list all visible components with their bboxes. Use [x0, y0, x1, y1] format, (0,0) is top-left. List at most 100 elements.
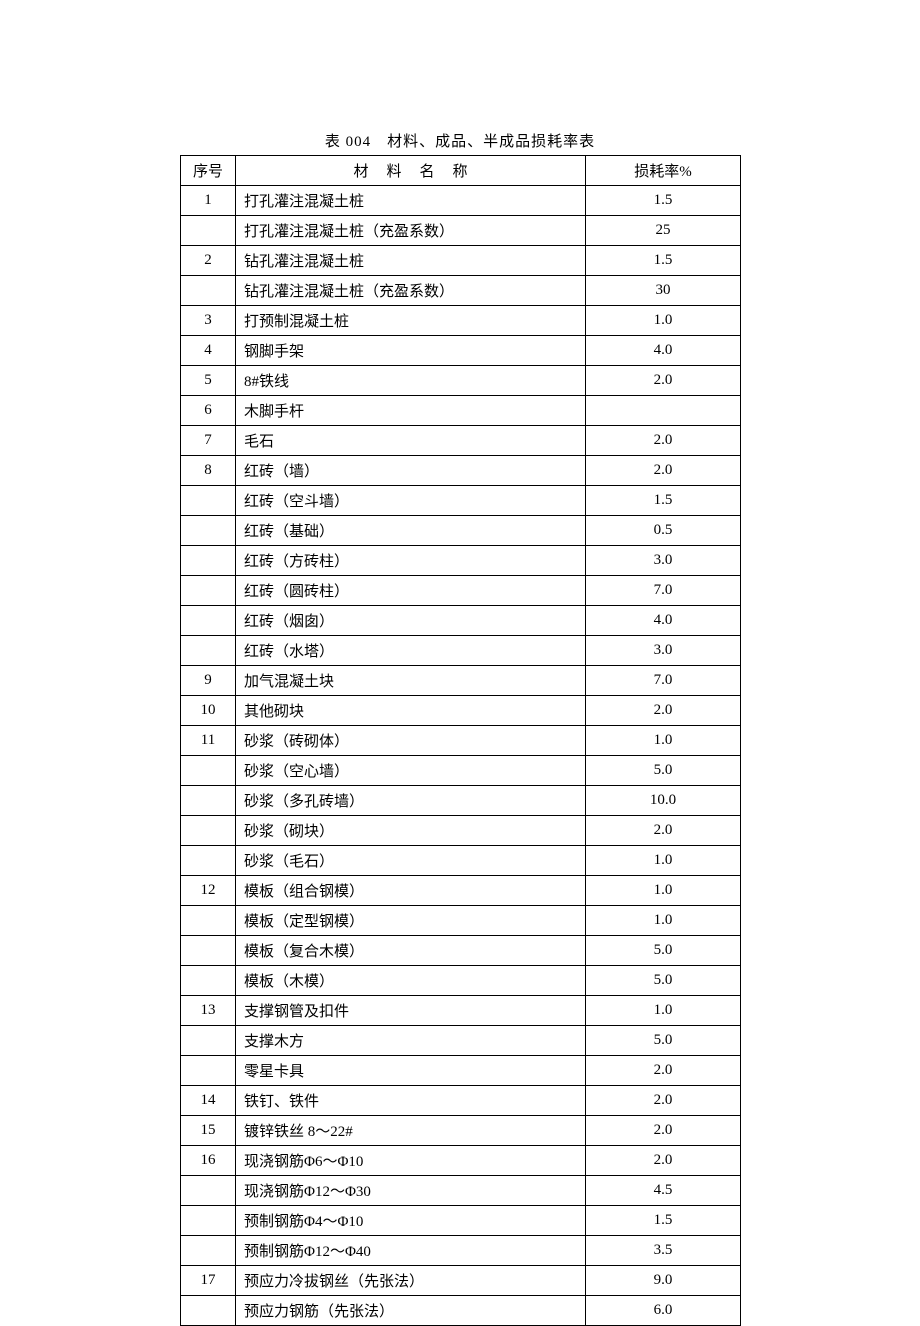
cell-seq: 15: [181, 1116, 236, 1146]
cell-name: 红砖（方砖柱）: [236, 546, 586, 576]
cell-name: 红砖（空斗墙）: [236, 486, 586, 516]
cell-rate: 2.0: [586, 366, 741, 396]
cell-seq: [181, 786, 236, 816]
cell-name: 红砖（圆砖柱）: [236, 576, 586, 606]
cell-rate: 7.0: [586, 576, 741, 606]
cell-rate: 30: [586, 276, 741, 306]
cell-seq: [181, 966, 236, 996]
table-row: 11砂浆（砖砌体）1.0: [181, 726, 741, 756]
cell-seq: [181, 1236, 236, 1266]
table-header-row: 序号 材料名称 损耗率%: [181, 156, 741, 186]
table-row: 模板（复合木模）5.0: [181, 936, 741, 966]
cell-name: 红砖（墙）: [236, 456, 586, 486]
cell-rate: 5.0: [586, 966, 741, 996]
cell-rate: 1.5: [586, 1206, 741, 1236]
cell-name: 模板（定型钢模）: [236, 906, 586, 936]
cell-rate: 2.0: [586, 1116, 741, 1146]
cell-rate: 25: [586, 216, 741, 246]
table-row: 9加气混凝土块7.0: [181, 666, 741, 696]
cell-rate: 2.0: [586, 1146, 741, 1176]
cell-name: 加气混凝土块: [236, 666, 586, 696]
table-row: 预制钢筋Φ12～Φ403.5: [181, 1236, 741, 1266]
cell-seq: [181, 636, 236, 666]
cell-name: 现浇钢筋Φ12～Φ30: [236, 1176, 586, 1206]
cell-seq: 7: [181, 426, 236, 456]
cell-seq: 16: [181, 1146, 236, 1176]
cell-seq: [181, 816, 236, 846]
cell-seq: 8: [181, 456, 236, 486]
table-row: 红砖（空斗墙）1.5: [181, 486, 741, 516]
table-row: 8红砖（墙）2.0: [181, 456, 741, 486]
table-row: 2钻孔灌注混凝土桩1.5: [181, 246, 741, 276]
cell-seq: [181, 606, 236, 636]
cell-rate: 4.0: [586, 606, 741, 636]
cell-name: 模板（木模）: [236, 966, 586, 996]
cell-seq: [181, 576, 236, 606]
cell-name: 砂浆（毛石）: [236, 846, 586, 876]
cell-name: 红砖（烟囱）: [236, 606, 586, 636]
cell-seq: 4: [181, 336, 236, 366]
cell-rate: 1.0: [586, 876, 741, 906]
cell-seq: 12: [181, 876, 236, 906]
cell-name: 预制钢筋Φ12～Φ40: [236, 1236, 586, 1266]
cell-rate: 1.5: [586, 186, 741, 216]
table-row: 红砖（方砖柱）3.0: [181, 546, 741, 576]
cell-rate: 4.0: [586, 336, 741, 366]
table-row: 3打预制混凝土桩1.0: [181, 306, 741, 336]
col-header-rate: 损耗率%: [586, 156, 741, 186]
cell-seq: [181, 906, 236, 936]
cell-seq: 6: [181, 396, 236, 426]
cell-seq: 11: [181, 726, 236, 756]
table-row: 零星卡具2.0: [181, 1056, 741, 1086]
table-row: 4钢脚手架4.0: [181, 336, 741, 366]
cell-rate: 2.0: [586, 1086, 741, 1116]
cell-name: 预制钢筋Φ4～Φ10: [236, 1206, 586, 1236]
table-row: 16现浇钢筋Φ6～Φ102.0: [181, 1146, 741, 1176]
table-row: 10其他砌块2.0: [181, 696, 741, 726]
table-row: 钻孔灌注混凝土桩（充盈系数）30: [181, 276, 741, 306]
table-row: 砂浆（毛石）1.0: [181, 846, 741, 876]
cell-rate: 2.0: [586, 816, 741, 846]
cell-seq: 10: [181, 696, 236, 726]
cell-name: 8#铁线: [236, 366, 586, 396]
cell-seq: 17: [181, 1266, 236, 1296]
table-row: 打孔灌注混凝土桩（充盈系数）25: [181, 216, 741, 246]
cell-seq: [181, 1026, 236, 1056]
cell-rate: 2.0: [586, 426, 741, 456]
cell-seq: 1: [181, 186, 236, 216]
cell-seq: [181, 216, 236, 246]
cell-seq: [181, 276, 236, 306]
cell-name: 钻孔灌注混凝土桩（充盈系数）: [236, 276, 586, 306]
table-row: 预制钢筋Φ4～Φ101.5: [181, 1206, 741, 1236]
cell-name: 零星卡具: [236, 1056, 586, 1086]
table-row: 红砖（水塔）3.0: [181, 636, 741, 666]
table-row: 砂浆（多孔砖墙）10.0: [181, 786, 741, 816]
table-row: 红砖（圆砖柱）7.0: [181, 576, 741, 606]
cell-name: 现浇钢筋Φ6～Φ10: [236, 1146, 586, 1176]
cell-rate: 0.5: [586, 516, 741, 546]
cell-rate: 7.0: [586, 666, 741, 696]
table-row: 红砖（基础）0.5: [181, 516, 741, 546]
cell-rate: 1.0: [586, 906, 741, 936]
cell-seq: 14: [181, 1086, 236, 1116]
cell-rate: 3.5: [586, 1236, 741, 1266]
cell-name: 铁钉、铁件: [236, 1086, 586, 1116]
cell-name: 木脚手杆: [236, 396, 586, 426]
table-row: 12模板（组合钢模）1.0: [181, 876, 741, 906]
cell-seq: [181, 486, 236, 516]
cell-rate: 9.0: [586, 1266, 741, 1296]
cell-rate: 1.0: [586, 996, 741, 1026]
cell-seq: [181, 1056, 236, 1086]
cell-rate: 6.0: [586, 1296, 741, 1326]
cell-rate: 1.0: [586, 846, 741, 876]
cell-name: 模板（复合木模）: [236, 936, 586, 966]
cell-rate: 1.0: [586, 306, 741, 336]
cell-name: 支撑钢管及扣件: [236, 996, 586, 1026]
table-row: 预应力钢筋（先张法）6.0: [181, 1296, 741, 1326]
table-row: 13支撑钢管及扣件1.0: [181, 996, 741, 1026]
table-row: 红砖（烟囱）4.0: [181, 606, 741, 636]
table-row: 17预应力冷拔钢丝（先张法）9.0: [181, 1266, 741, 1296]
col-header-name: 材料名称: [236, 156, 586, 186]
cell-name: 预应力冷拔钢丝（先张法）: [236, 1266, 586, 1296]
cell-name: 预应力钢筋（先张法）: [236, 1296, 586, 1326]
